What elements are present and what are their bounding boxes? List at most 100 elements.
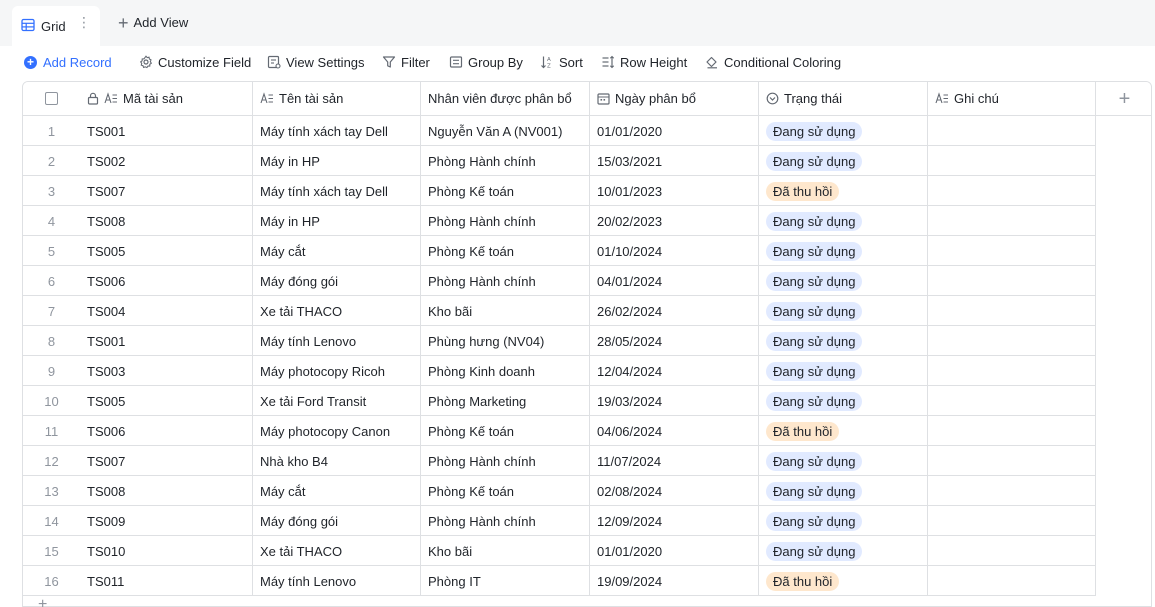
cell-ngay-phan-bo[interactable]: 20/02/2023 [590,206,759,236]
table-row[interactable]: 1 TS001 Máy tính xách tay Dell Nguyễn Văn A… [23,116,1096,146]
cell-nhan-vien[interactable]: Phòng Kế toán [421,416,590,446]
add-field-button[interactable]: + [1096,82,1151,116]
cell-trang-thai[interactable]: Đang sử dụng [759,146,928,176]
cell-nhan-vien[interactable]: Phòng Hành chính [421,506,590,536]
cell-ma-tai-san[interactable]: TS009 [80,506,253,536]
cell-nhan-vien[interactable]: Phòng Hành chính [421,266,590,296]
cell-ghi-chu[interactable] [928,206,1096,236]
cell-ten-tai-san[interactable]: Xe tải THACO [253,296,421,326]
cell-ma-tai-san[interactable]: TS010 [80,536,253,566]
cell-nhan-vien[interactable]: Phòng Kế toán [421,176,590,206]
cell-nhan-vien[interactable]: Phòng Kinh doanh [421,356,590,386]
table-row[interactable]: 3 TS007 Máy tính xách tay Dell Phòng Kế toá… [23,176,1096,206]
cell-trang-thai[interactable]: Đang sử dụng [759,386,928,416]
cell-ten-tai-san[interactable]: Máy cắt [253,236,421,266]
add-view-button[interactable]: + Add View [118,14,188,32]
cell-ngay-phan-bo[interactable]: 19/09/2024 [590,566,759,596]
cell-ma-tai-san[interactable]: TS001 [80,326,253,356]
cell-ngay-phan-bo[interactable]: 01/01/2020 [590,536,759,566]
table-row[interactable]: 12 TS007 Nhà kho B4 Phòng Hành chính 11/07/2… [23,446,1096,476]
cell-ngay-phan-bo[interactable]: 12/09/2024 [590,506,759,536]
cell-ghi-chu[interactable] [928,386,1096,416]
table-row[interactable]: 14 TS009 Máy đóng gói Phòng Hành chính 12/09… [23,506,1096,536]
cell-ma-tai-san[interactable]: TS003 [80,356,253,386]
cell-ten-tai-san[interactable]: Xe tải THACO [253,536,421,566]
cell-ghi-chu[interactable] [928,326,1096,356]
cell-ghi-chu[interactable] [928,416,1096,446]
cell-ten-tai-san[interactable]: Máy in HP [253,146,421,176]
cell-ghi-chu[interactable] [928,356,1096,386]
cell-trang-thai[interactable]: Đang sử dụng [759,296,928,326]
view-settings-button[interactable]: View Settings [267,54,365,70]
cell-ten-tai-san[interactable]: Máy photocopy Ricoh [253,356,421,386]
cell-nhan-vien[interactable]: Phòng Hành chính [421,146,590,176]
cell-ngay-phan-bo[interactable]: 01/01/2020 [590,116,759,146]
cell-ghi-chu[interactable] [928,296,1096,326]
cell-ma-tai-san[interactable]: TS008 [80,206,253,236]
table-row[interactable]: 6 TS006 Máy đóng gói Phòng Hành chính 04/01/… [23,266,1096,296]
cell-ten-tai-san[interactable]: Máy in HP [253,206,421,236]
cell-ma-tai-san[interactable]: TS002 [80,146,253,176]
cell-ma-tai-san[interactable]: TS007 [80,176,253,206]
cell-ngay-phan-bo[interactable]: 02/08/2024 [590,476,759,506]
cell-trang-thai[interactable]: Đang sử dụng [759,326,928,356]
cell-ten-tai-san[interactable]: Máy đóng gói [253,506,421,536]
header-nhan-vien[interactable]: Nhân viên được phân bổ [421,82,590,116]
cell-nhan-vien[interactable]: Phòng Kế toán [421,476,590,506]
cell-trang-thai[interactable]: Đang sử dụng [759,446,928,476]
cell-ghi-chu[interactable] [928,116,1096,146]
table-row[interactable]: 16 TS011 Máy tính Lenovo Phòng IT 19/09/2024… [23,566,1096,596]
table-row[interactable]: 2 TS002 Máy in HP Phòng Hành chính 15/03/202… [23,146,1096,176]
cell-ngay-phan-bo[interactable]: 11/07/2024 [590,446,759,476]
cell-trang-thai[interactable]: Đang sử dụng [759,206,928,236]
cell-ngay-phan-bo[interactable]: 15/03/2021 [590,146,759,176]
cell-trang-thai[interactable]: Đang sử dụng [759,476,928,506]
cell-nhan-vien[interactable]: Nguyễn Văn A (NV001) [421,116,590,146]
cell-trang-thai[interactable]: Đang sử dụng [759,236,928,266]
cell-ma-tai-san[interactable]: TS007 [80,446,253,476]
cell-ghi-chu[interactable] [928,236,1096,266]
cell-ma-tai-san[interactable]: TS011 [80,566,253,596]
table-row[interactable]: 10 TS005 Xe tải Ford Transit Phòng Marketin… [23,386,1096,416]
cell-ma-tai-san[interactable]: TS004 [80,296,253,326]
cell-ma-tai-san[interactable]: TS001 [80,116,253,146]
table-row[interactable]: 5 TS005 Máy cắt Phòng Kế toán 01/10/2024 Đang… [23,236,1096,266]
cell-ghi-chu[interactable] [928,446,1096,476]
cell-trang-thai[interactable]: Đã thu hồi [759,176,928,206]
cell-trang-thai[interactable]: Đã thu hồi [759,416,928,446]
cell-ghi-chu[interactable] [928,506,1096,536]
sort-button[interactable]: AZ Sort [540,54,583,70]
conditional-coloring-button[interactable]: Conditional Coloring [705,54,841,70]
cell-ngay-phan-bo[interactable]: 28/05/2024 [590,326,759,356]
cell-nhan-vien[interactable]: Kho bãi [421,536,590,566]
group-by-button[interactable]: Group By [449,54,523,70]
cell-ngay-phan-bo[interactable]: 10/01/2023 [590,176,759,206]
cell-ngay-phan-bo[interactable]: 12/04/2024 [590,356,759,386]
cell-ngay-phan-bo[interactable]: 04/01/2024 [590,266,759,296]
cell-ten-tai-san[interactable]: Máy tính xách tay Dell [253,176,421,206]
cell-ma-tai-san[interactable]: TS006 [80,416,253,446]
cell-ngay-phan-bo[interactable]: 19/03/2024 [590,386,759,416]
table-row[interactable]: 13 TS008 Máy cắt Phòng Kế toán 02/08/2024 Đan… [23,476,1096,506]
cell-ghi-chu[interactable] [928,476,1096,506]
header-ma-tai-san[interactable]: Mã tài sản [80,82,253,116]
cell-ten-tai-san[interactable]: Xe tải Ford Transit [253,386,421,416]
cell-ghi-chu[interactable] [928,176,1096,206]
header-ten-tai-san[interactable]: Tên tài sản [253,82,421,116]
cell-ma-tai-san[interactable]: TS005 [80,236,253,266]
add-record-button[interactable]: + Add Record [24,54,112,70]
filter-button[interactable]: Filter [382,54,430,70]
add-row-icon[interactable]: + [38,597,47,607]
cell-trang-thai[interactable]: Đã thu hồi [759,566,928,596]
cell-ten-tai-san[interactable]: Máy tính xách tay Dell [253,116,421,146]
cell-ten-tai-san[interactable]: Máy tính Lenovo [253,326,421,356]
cell-ma-tai-san[interactable]: TS008 [80,476,253,506]
cell-trang-thai[interactable]: Đang sử dụng [759,356,928,386]
cell-trang-thai[interactable]: Đang sử dụng [759,506,928,536]
cell-ten-tai-san[interactable]: Máy đóng gói [253,266,421,296]
cell-ten-tai-san[interactable]: Nhà kho B4 [253,446,421,476]
cell-ma-tai-san[interactable]: TS006 [80,266,253,296]
header-ngay-phan-bo[interactable]: Ngày phân bổ [590,82,759,116]
table-row[interactable]: 4 TS008 Máy in HP Phòng Hành chính 20/02/202… [23,206,1096,236]
header-ghi-chu[interactable]: Ghi chú [928,82,1096,116]
